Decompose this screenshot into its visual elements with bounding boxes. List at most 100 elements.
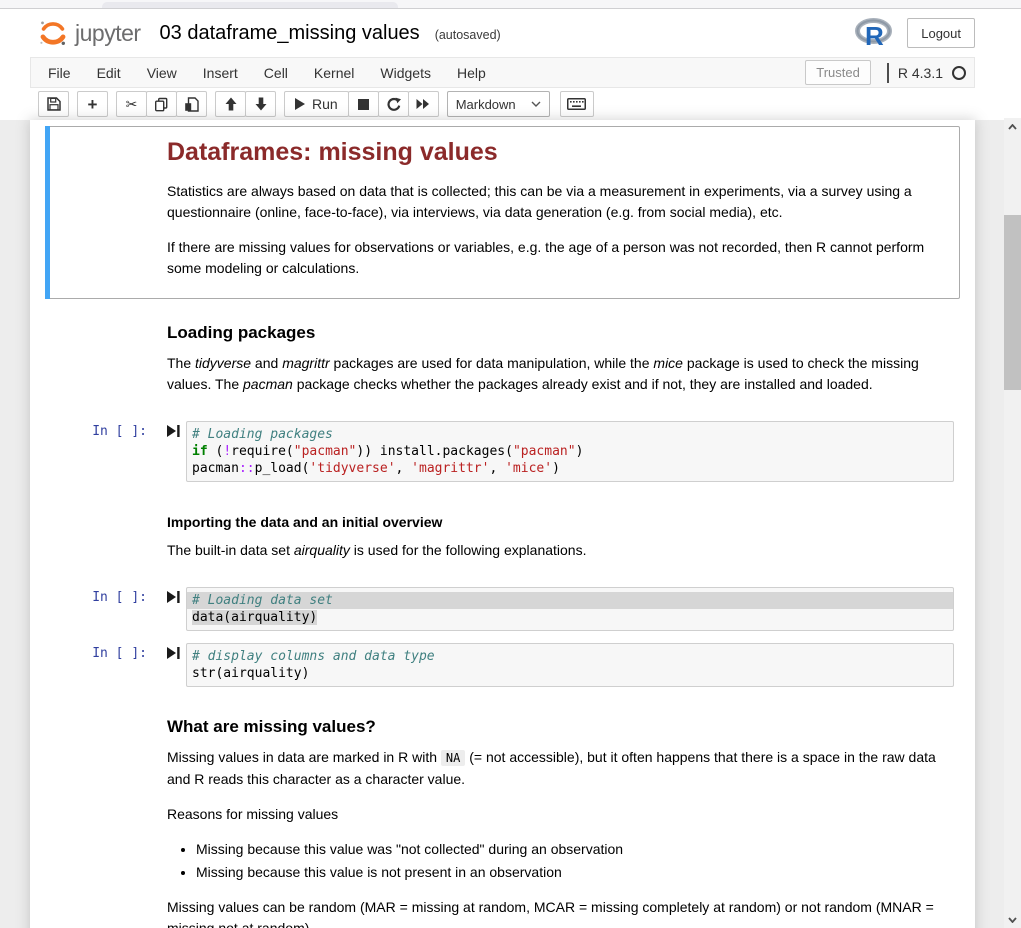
code-line[interactable]: str(airquality) (187, 665, 953, 682)
scroll-up-button[interactable] (1004, 118, 1021, 135)
notebook-title[interactable]: 03 dataframe_missing values (160, 22, 420, 45)
interrupt-kernel-button[interactable] (348, 91, 379, 117)
code-editor[interactable]: # Loading packagesif (!require("pacman")… (187, 422, 953, 481)
command-palette-button[interactable] (560, 91, 594, 117)
menubar: File Edit View Insert Cell Kernel Widget… (30, 57, 975, 88)
add-cell-button[interactable]: + (77, 91, 108, 117)
run-cell-icon[interactable] (167, 591, 180, 603)
browser-tab-remnant (102, 2, 398, 8)
markdown-cell[interactable]: Loading packages The tidyverse and magri… (45, 299, 960, 415)
markdown-cell[interactable]: What are missing values? Missing values … (45, 693, 960, 928)
run-cell-icon[interactable] (167, 647, 180, 659)
code-cell[interactable]: In [ ]: # Loading packagesif (!require("… (45, 415, 960, 488)
list-item: Missing because this value is not presen… (196, 862, 948, 883)
svg-text:R: R (865, 21, 884, 49)
kernel-idle-icon (952, 66, 966, 80)
h4-importing-the-data: Importing the data and an initial overvi… (167, 514, 948, 530)
code-token: :: (239, 461, 255, 476)
menu-widgets[interactable]: Widgets (367, 59, 444, 87)
code-token: # Loading packages (192, 427, 333, 442)
move-cell-down-button[interactable] (245, 91, 276, 117)
logout-button[interactable]: Logout (907, 18, 975, 48)
restart-kernel-button[interactable] (378, 91, 409, 117)
cell-prompt-area (51, 699, 161, 928)
code-line[interactable]: data(airquality) (187, 609, 953, 626)
code-token: , (489, 461, 505, 476)
cut-cell-button[interactable]: ✂ (116, 91, 147, 117)
menu-help[interactable]: Help (444, 59, 499, 87)
chevron-down-icon (531, 101, 541, 107)
code-input-area[interactable]: # display columns and data typestr(airqu… (186, 643, 954, 687)
code-token: require( (231, 444, 294, 459)
scrollbar-thumb[interactable] (1004, 215, 1021, 390)
code-line[interactable]: pacman::p_load('tidyverse', 'magrittr', … (187, 460, 953, 477)
cell-prompt-area (51, 494, 161, 575)
menu-edit[interactable]: Edit (84, 59, 134, 87)
trusted-button[interactable]: Trusted (805, 60, 871, 85)
code-line[interactable]: # Loading packages (187, 426, 953, 443)
kernel-name: R 4.3.1 (898, 65, 943, 81)
input-prompt: In [ ]: (92, 424, 147, 439)
text-segment: airquality (294, 542, 350, 558)
toolbar-row: + ✂ (0, 88, 1021, 120)
browser-chrome-strip (0, 0, 1021, 9)
code-editor[interactable]: # display columns and data typestr(airqu… (187, 644, 953, 686)
code-editor[interactable]: # Loading data setdata(airquality) (187, 588, 953, 630)
code-token: ( (208, 444, 224, 459)
code-token: ! (223, 444, 231, 459)
paragraph: Missing values in data are marked in R w… (167, 747, 948, 790)
paragraph: The tidyverse and magrittr packages are … (167, 353, 948, 395)
move-cell-up-button[interactable] (215, 91, 246, 117)
code-cell[interactable]: In [ ]: # Loading data setdata(airqualit… (45, 581, 960, 637)
arrow-up-icon (224, 97, 238, 111)
paste-cell-button[interactable] (176, 91, 207, 117)
code-input-area[interactable]: # Loading packagesif (!require("pacman")… (186, 421, 954, 482)
markdown-cell[interactable]: Dataframes: missing values Statistics ar… (45, 126, 960, 299)
code-token: 'mice' (505, 461, 552, 476)
chevron-up-icon (1008, 124, 1017, 130)
vertical-scrollbar[interactable] (1004, 118, 1021, 928)
code-line[interactable]: # Loading data set (187, 592, 953, 609)
notebook-scroll-area[interactable]: Dataframes: missing values Statistics ar… (0, 120, 1021, 928)
cell-type-dropdown[interactable]: Markdown (447, 91, 550, 117)
menu-file[interactable]: File (35, 59, 84, 87)
restart-run-all-button[interactable] (408, 91, 439, 117)
text-segment: The built-in data set (167, 542, 294, 558)
menu-cell[interactable]: Cell (251, 59, 301, 87)
toolbar: + ✂ (30, 88, 975, 120)
copy-cell-button[interactable] (146, 91, 177, 117)
chevron-down-icon (1008, 917, 1017, 923)
jupyter-logo[interactable]: jupyter (38, 18, 141, 48)
code-line[interactable]: if (!require("pacman")) install.packages… (187, 443, 953, 460)
paragraph: If there are missing values for observat… (167, 237, 948, 279)
save-group (38, 91, 69, 117)
jupyter-logo-text: jupyter (75, 20, 141, 47)
scroll-down-button[interactable] (1004, 911, 1021, 928)
text-segment: packages are used for data manipulation,… (330, 355, 654, 371)
menu-view[interactable]: View (134, 59, 190, 87)
code-token: 'magrittr' (411, 461, 489, 476)
paragraph: Statistics are always based on data that… (167, 181, 948, 223)
scissors-icon: ✂ (126, 97, 138, 111)
paste-icon (184, 97, 199, 112)
code-cell[interactable]: In [ ]: # display columns and data types… (45, 637, 960, 693)
run-cell-icon[interactable] (167, 425, 180, 437)
markdown-cell[interactable]: Importing the data and an initial overvi… (45, 488, 960, 581)
jupyter-notebook-page: jupyter 03 dataframe_missing values (aut… (0, 0, 1021, 928)
edit-group: ✂ (116, 91, 207, 117)
code-token: if (192, 444, 208, 459)
copy-icon (154, 97, 169, 112)
code-token: ) (552, 461, 560, 476)
text-segment: and (251, 355, 282, 371)
play-icon (295, 98, 305, 110)
run-button[interactable]: Run (284, 91, 349, 117)
code-input-area[interactable]: # Loading data setdata(airquality) (186, 587, 954, 631)
code-line[interactable]: # display columns and data type (187, 648, 953, 665)
menu-insert[interactable]: Insert (190, 59, 251, 87)
save-button[interactable] (38, 91, 69, 117)
text-segment: Missing values in data are marked in R w… (167, 749, 441, 765)
notebook-container: Dataframes: missing values Statistics ar… (30, 120, 975, 928)
menu-kernel[interactable]: Kernel (301, 59, 367, 87)
kernel-indicator: R 4.3.1 (887, 63, 966, 83)
code-token: # Loading data set (192, 593, 333, 608)
